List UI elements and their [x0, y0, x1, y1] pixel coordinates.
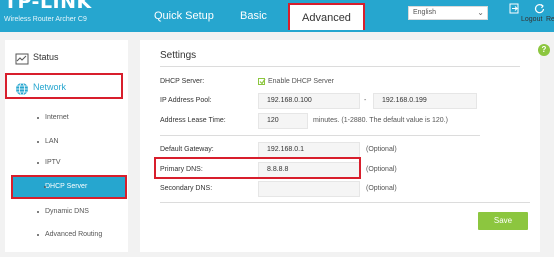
enable-dhcp-label: Enable DHCP Server [268, 78, 335, 85]
sidebar-item-label: Internet [45, 114, 69, 121]
sidebar-item-internet[interactable]: Internet [5, 108, 128, 128]
language-value: English [413, 9, 436, 16]
section-divider [160, 135, 480, 136]
sidebar-item-label: LAN [45, 138, 59, 145]
sidebar: Status Network Internet LAN IPTV DHCP Se… [5, 40, 128, 252]
save-button[interactable]: Save [478, 212, 528, 230]
tab-quick-setup[interactable]: Quick Setup [154, 9, 214, 23]
check-icon [259, 78, 266, 85]
reboot-label: Reboot [546, 16, 554, 23]
reboot-icon [526, 1, 552, 15]
ip-pool-start-input[interactable]: 192.168.0.100 [258, 93, 360, 109]
language-select[interactable]: English ⌄ [408, 6, 488, 20]
lease-time-input[interactable]: 120 [258, 113, 308, 129]
tp-link-logo: TP-LINK [4, 0, 92, 13]
sidebar-item-dynamic-dns[interactable]: Dynamic DNS [5, 202, 128, 222]
chevron-down-icon: ⌄ [477, 8, 484, 17]
ip-pool-end-input[interactable]: 192.168.0.199 [373, 93, 477, 109]
ip-pool-separator: - [364, 97, 367, 104]
dhcp-server-label: DHCP Server: [160, 78, 205, 85]
default-gateway-label: Default Gateway: [160, 146, 214, 153]
sidebar-item-label: IPTV [45, 159, 61, 166]
bottom-divider [160, 202, 530, 203]
default-gateway-input[interactable]: 192.168.0.1 [258, 142, 360, 158]
logout-icon [501, 1, 527, 15]
router-model: Wireless Router Archer C9 [4, 16, 87, 23]
dhcp-highlight-box [11, 175, 127, 199]
gateway-optional-note: (Optional) [366, 146, 397, 153]
page-title: Settings [160, 50, 197, 61]
sidebar-item-iptv[interactable]: IPTV [5, 153, 128, 173]
tab-basic[interactable]: Basic [240, 9, 267, 23]
network-highlight-box [5, 73, 123, 99]
sidebar-item-label: Dynamic DNS [45, 208, 89, 215]
sidebar-item-lan[interactable]: LAN [5, 132, 128, 152]
primary-dns-optional-note: (Optional) [366, 166, 397, 173]
top-header: TP-LINK Wireless Router Archer C9 Quick … [0, 0, 554, 32]
reboot-button[interactable]: Reboot [526, 1, 554, 23]
lease-time-note: minutes. (1-2880. The default value is 1… [313, 117, 448, 124]
lease-time-label: Address Lease Time: [160, 117, 226, 124]
logout-label: Logout [521, 16, 543, 23]
sidebar-item-label: Advanced Routing [45, 231, 103, 238]
secondary-dns-optional-note: (Optional) [366, 185, 397, 192]
sidebar-item-label: Status [33, 52, 59, 62]
help-icon[interactable]: ? [538, 44, 550, 56]
secondary-dns-input[interactable] [258, 181, 360, 197]
primary-dns-highlight-box [154, 157, 361, 179]
title-divider [160, 66, 520, 67]
settings-panel: Settings DHCP Server: Enable DHCP Server… [140, 40, 540, 252]
enable-dhcp-checkbox[interactable] [258, 78, 266, 85]
sidebar-item-status[interactable]: Status [5, 44, 128, 70]
logout-button[interactable]: Logout [501, 1, 542, 23]
sidebar-item-advanced-routing[interactable]: Advanced Routing [5, 225, 128, 245]
ip-pool-label: IP Address Pool: [160, 97, 212, 104]
status-icon [15, 50, 29, 65]
secondary-dns-label: Secondary DNS: [160, 185, 213, 192]
tab-advanced[interactable]: Advanced [288, 3, 365, 30]
